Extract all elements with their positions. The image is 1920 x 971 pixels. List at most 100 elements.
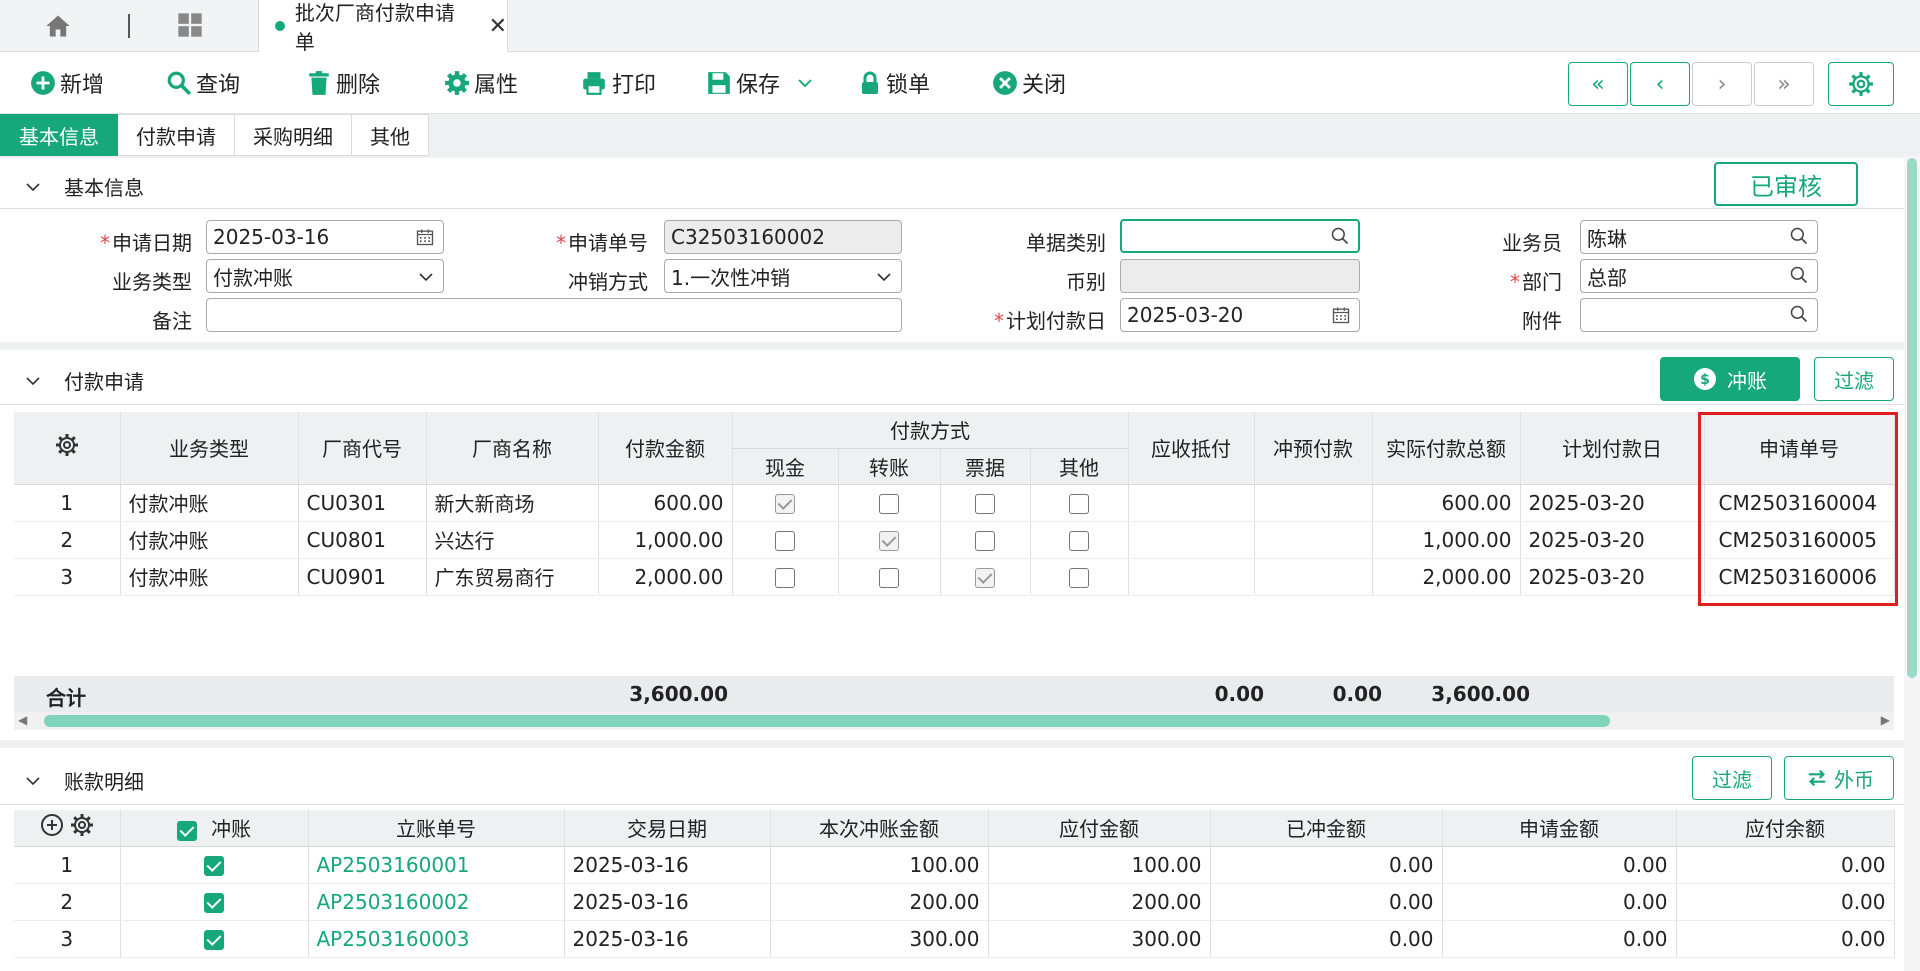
col-offset-done[interactable]: 已冲金额 [1210,810,1443,847]
payment-request-header[interactable]: 付款申请 [24,366,144,395]
cell-pay-amount: 600.00 [598,484,733,522]
other-checkbox[interactable] [1069,494,1089,514]
col-payable[interactable]: 应付金额 [988,810,1211,847]
payment-filter-button[interactable]: 过滤 [1814,357,1894,401]
payment-request-table: 业务类型 厂商代号 厂商名称 付款金额 付款方式 应收抵付 冲预付款 实际付款总… [14,412,1895,596]
add-button[interactable]: 新增 [30,64,104,102]
col-prepay-offset[interactable]: 冲预付款 [1254,412,1373,485]
col-other[interactable]: 其他 [1030,448,1129,485]
offset-checkbox[interactable] [204,930,224,950]
column-settings[interactable] [14,412,121,485]
cell-this-offset[interactable]: 100.00 [770,846,989,884]
basic-info-header[interactable]: 基本信息 [24,172,144,201]
delete-button[interactable]: 删除 [306,64,380,102]
tab-other[interactable]: 其他 [352,114,429,156]
remark-field[interactable] [206,298,902,332]
table-row[interactable]: 3 付款冲账 CU0901 广东贸易商行 2,000.00 2,000.00 2… [14,558,1895,596]
tab-purchase-detail[interactable]: 采购明细 [235,114,352,156]
foreign-currency-label: 外币 [1834,767,1874,792]
bill-checkbox[interactable] [975,494,995,514]
table-row[interactable]: 1 AP2503160001 2025-03-16 100.00 100.00 … [14,846,1895,884]
salesman-field[interactable]: 陈琳 [1580,220,1818,254]
foreign-currency-button[interactable]: 外币 [1784,756,1894,800]
col-cash[interactable]: 现金 [732,448,839,485]
doc-type-field[interactable] [1120,219,1360,253]
offset-method-select[interactable]: 1.一次性冲销 [664,259,902,293]
offset-checkbox[interactable] [204,893,224,913]
gear-icon[interactable] [70,813,94,837]
close-tab-icon[interactable]: ✕ [489,14,507,39]
col-apply-amount[interactable]: 申请金额 [1442,810,1677,847]
home-icon[interactable] [44,12,84,42]
col-ledger-no[interactable]: 立账单号 [308,810,565,847]
transfer-checkbox[interactable] [879,568,899,588]
ledger-no-link[interactable]: AP2503160002 [308,883,565,921]
settings-button[interactable] [1828,62,1894,106]
ledger-detail-header[interactable]: 账款明细 [24,766,144,795]
total-recv-offset: 0.00 [1214,682,1264,706]
ledger-no-link[interactable]: AP2503160003 [308,920,565,958]
add-circle-icon[interactable] [40,813,64,837]
table-row[interactable]: 2 付款冲账 CU0801 兴达行 1,000.00 1,000.00 2025… [14,521,1895,559]
col-payable-balance[interactable]: 应付余额 [1676,810,1895,847]
table-row[interactable]: 1 付款冲账 CU0301 新大新商场 600.00 600.00 2025-0… [14,484,1895,522]
lock-button[interactable]: 锁单 [858,64,930,102]
attachment-field[interactable] [1580,298,1818,332]
cell-this-offset[interactable]: 300.00 [770,920,989,958]
vertical-scrollbar-thumb[interactable] [1907,158,1917,678]
table-row[interactable]: 2 AP2503160002 2025-03-16 200.00 200.00 … [14,883,1895,921]
col-bill[interactable]: 票据 [940,448,1031,485]
total-pay-amount: 3,600.00 [629,682,728,706]
scroll-right-icon[interactable]: ▶ [1881,713,1890,727]
document-tab[interactable]: 批次厂商付款申请单 ✕ [258,0,508,54]
col-apply-no[interactable]: 申请单号 [1704,412,1895,485]
col-biz-type[interactable]: 业务类型 [120,412,299,485]
vertical-scrollbar[interactable] [1904,156,1920,971]
cash-checkbox[interactable] [775,531,795,551]
col-this-offset[interactable]: 本次冲账金额 [770,810,989,847]
cash-checkbox[interactable] [775,494,795,514]
prev-record-button[interactable]: ‹ [1630,62,1690,106]
close-button[interactable]: 关闭 [992,64,1066,102]
next-record-button[interactable]: › [1692,62,1752,106]
other-checkbox[interactable] [1069,568,1089,588]
col-pay-amount[interactable]: 付款金额 [598,412,733,485]
col-vendor-code[interactable]: 厂商代号 [298,412,427,485]
plan-pay-date-field[interactable]: 2025-03-20 [1120,298,1360,332]
bill-checkbox[interactable] [975,531,995,551]
col-trade-date[interactable]: 交易日期 [564,810,771,847]
scroll-left-icon[interactable]: ◀ [18,713,27,727]
col-transfer[interactable]: 转账 [838,448,941,485]
cash-checkbox[interactable] [775,568,795,588]
print-button[interactable]: 打印 [580,64,656,102]
col-offset[interactable]: 冲账 [120,810,309,847]
last-record-button[interactable]: » [1754,62,1814,106]
offset-button[interactable]: $ 冲账 [1660,357,1800,401]
tab-payment-request[interactable]: 付款申请 [118,114,235,156]
cell-this-offset[interactable]: 200.00 [770,883,989,921]
dept-field[interactable]: 总部 [1580,259,1818,293]
table-row[interactable]: 3 AP2503160003 2025-03-16 300.00 300.00 … [14,920,1895,958]
col-plan-date[interactable]: 计划付款日 [1520,412,1705,485]
transfer-checkbox[interactable] [879,494,899,514]
tab-basic-info[interactable]: 基本信息 [0,114,118,156]
col-actual-total[interactable]: 实际付款总额 [1372,412,1521,485]
bill-checkbox[interactable] [975,568,995,588]
other-checkbox[interactable] [1069,531,1089,551]
select-all-checkbox[interactable] [176,820,197,841]
col-recv-offset[interactable]: 应收抵付 [1128,412,1255,485]
col-vendor-name[interactable]: 厂商名称 [426,412,599,485]
transfer-checkbox[interactable] [879,531,899,551]
apply-date-field[interactable]: 2025-03-16 [206,220,444,254]
first-record-button[interactable]: « [1568,62,1628,106]
properties-button[interactable]: 属性 [444,64,518,102]
biz-type-select[interactable]: 付款冲账 [206,259,444,293]
ledger-filter-button[interactable]: 过滤 [1692,756,1772,800]
save-button[interactable]: 保存 [706,64,818,102]
scrollbar-thumb[interactable] [44,715,1610,727]
app-grid-icon[interactable] [176,11,210,41]
offset-checkbox[interactable] [204,856,224,876]
horizontal-scrollbar[interactable]: ◀ ▶ [14,712,1894,730]
ledger-no-link[interactable]: AP2503160001 [308,846,565,884]
query-button[interactable]: 查询 [166,64,240,102]
